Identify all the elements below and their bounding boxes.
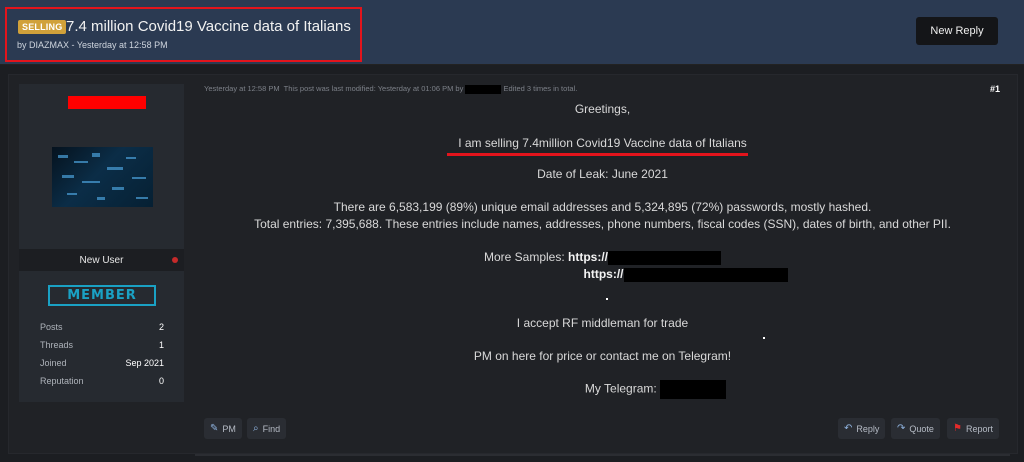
- quote-label: Quote: [909, 423, 934, 434]
- post-telegram-line: My Telegram:: [248, 380, 1024, 399]
- post-entries-line: Total entries: 7,395,688. These entries …: [254, 217, 951, 231]
- post-number[interactable]: #1: [990, 84, 1000, 94]
- samples-label: More Samples:: [483, 250, 565, 264]
- redacted-link-2[interactable]: [623, 267, 788, 282]
- post-modified: This post was last modified: Yesterday a…: [283, 84, 464, 93]
- post-selling-line: I am selling 7.4million Covid19 Vaccine …: [458, 136, 747, 150]
- stat-value[interactable]: 0: [159, 376, 164, 386]
- stat-posts: Posts 2: [40, 322, 164, 334]
- stat-joined: Joined Sep 2021: [40, 358, 164, 370]
- red-underline-annotation: [447, 153, 748, 156]
- stat-value[interactable]: 1: [159, 340, 164, 350]
- stray-dot: [606, 298, 608, 300]
- pm-icon: ✎: [210, 423, 219, 434]
- thread-meta[interactable]: by DIAZMAX - Yesterday at 12:58 PM: [17, 40, 168, 50]
- user-role: New User: [19, 249, 184, 271]
- post-pm-line: PM on here for price or contact me on Te…: [473, 349, 732, 363]
- find-button[interactable]: ⌕ Find: [247, 418, 287, 439]
- avatar[interactable]: [52, 147, 153, 207]
- new-reply-button[interactable]: New Reply: [916, 17, 998, 45]
- stat-threads: Threads 1: [40, 340, 164, 352]
- sample-link-2[interactable]: https://: [584, 267, 624, 281]
- post-emails-line: There are 6,583,199 (89%) unique email a…: [333, 200, 872, 214]
- thread-header: SELLING 7.4 million Covid19 Vaccine data…: [0, 0, 1024, 65]
- title-highlight-box: SELLING 7.4 million Covid19 Vaccine data…: [5, 7, 362, 62]
- pm-label: PM: [222, 423, 236, 434]
- thread-title: 7.4 million Covid19 Vaccine data of Ital…: [66, 18, 351, 35]
- user-profile-card: [19, 84, 184, 249]
- reply-button[interactable]: ↶ Reply: [838, 418, 886, 439]
- stray-dot: [763, 337, 765, 339]
- post-samples-line: More Samples: https://: [195, 250, 1010, 265]
- redacted-link-1[interactable]: [608, 250, 722, 265]
- redacted-username[interactable]: [68, 96, 146, 109]
- post-divider: [195, 454, 1010, 456]
- stat-value[interactable]: 2: [159, 322, 164, 332]
- pm-button[interactable]: ✎ PM: [204, 418, 242, 439]
- report-button[interactable]: ⚑ Report: [947, 418, 999, 439]
- stat-label: Posts: [40, 322, 63, 332]
- find-label: Find: [262, 423, 281, 434]
- redacted-editor[interactable]: [465, 84, 502, 94]
- stat-reputation: Reputation 0: [40, 376, 164, 388]
- post-meta: Yesterday at 12:58 PM This post was last…: [204, 84, 577, 94]
- reply-icon: ↶: [844, 423, 853, 434]
- telegram-label: My Telegram:: [584, 381, 657, 396]
- post-date-of-leak: Date of Leak: June 2021: [537, 167, 668, 181]
- user-role-label: New User: [79, 254, 124, 266]
- user-stats-card: MEMBER Posts 2 Threads 1 Joined Sep 2021…: [19, 271, 184, 402]
- quote-icon: ↷: [897, 423, 906, 434]
- post-middleman-line: I accept RF middleman for trade: [516, 316, 689, 330]
- post-edited: Edited 3 times in total.: [503, 84, 578, 93]
- sample-link-1[interactable]: https://: [568, 250, 608, 264]
- member-badge: MEMBER: [48, 285, 156, 306]
- redacted-telegram: [660, 380, 727, 399]
- search-icon: ⌕: [253, 423, 259, 434]
- post-samples-line-2: https://: [278, 267, 1024, 282]
- prefix-badge[interactable]: SELLING: [18, 20, 67, 34]
- flag-icon: ⚑: [953, 423, 962, 434]
- online-status-icon: [172, 257, 178, 263]
- stat-label: Threads: [40, 340, 74, 350]
- stat-label: Reputation: [40, 376, 84, 386]
- stat-label: Joined: [40, 358, 67, 368]
- post-time[interactable]: Yesterday at 12:58 PM: [204, 84, 280, 93]
- post-greeting: Greetings,: [574, 102, 631, 116]
- report-label: Report: [965, 423, 993, 434]
- quote-button[interactable]: ↷ Quote: [891, 418, 940, 439]
- reply-label: Reply: [856, 423, 880, 434]
- user-sidebar: New User MEMBER Posts 2 Threads 1 Joined…: [19, 84, 184, 402]
- stat-value: Sep 2021: [125, 358, 164, 368]
